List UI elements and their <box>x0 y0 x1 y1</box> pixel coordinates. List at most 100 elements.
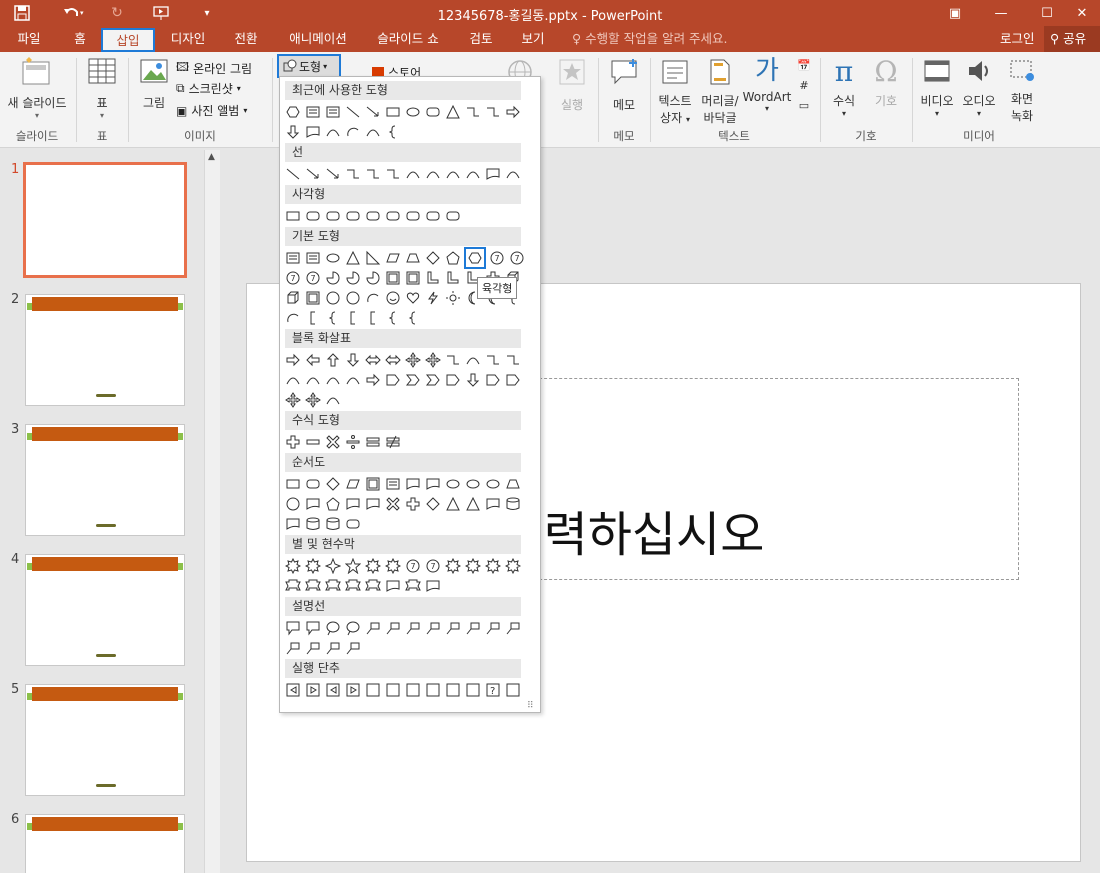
object-icon[interactable]: ▭ <box>794 96 814 116</box>
line-shape-icon[interactable] <box>344 103 362 121</box>
play-shape-icon[interactable] <box>304 681 322 699</box>
cross4-shape-icon[interactable] <box>304 391 322 409</box>
star5-shape-icon[interactable] <box>344 557 362 575</box>
curve-shape-icon[interactable] <box>364 123 382 141</box>
text-shape-icon[interactable] <box>304 103 322 121</box>
circle-shape-icon[interactable] <box>284 495 302 513</box>
elbow-shape-icon[interactable] <box>384 165 402 183</box>
oval-shape-icon[interactable] <box>324 249 342 267</box>
trap-shape-icon[interactable] <box>404 249 422 267</box>
equation-button[interactable]: π 수식 ▾ <box>824 56 864 119</box>
pie-shape-icon[interactable] <box>344 269 362 287</box>
arrowline-shape-icon[interactable] <box>364 103 382 121</box>
header-footer-button[interactable]: 머리글/ 바닥글 <box>698 58 742 126</box>
scroll-up-icon[interactable]: ▲ <box>208 152 215 162</box>
div-shape-icon[interactable] <box>344 433 362 451</box>
burst-shape-icon[interactable] <box>484 557 502 575</box>
rrect-shape-icon[interactable] <box>424 103 442 121</box>
num-shape-icon[interactable]: 7 <box>304 269 322 287</box>
banner-shape-icon[interactable] <box>364 577 382 595</box>
lcallout-shape-icon[interactable] <box>444 619 462 637</box>
blank-shape-icon[interactable] <box>404 681 422 699</box>
burst-shape-icon[interactable] <box>364 557 382 575</box>
curve-shape-icon[interactable] <box>284 371 302 389</box>
brace-shape-icon[interactable] <box>404 309 422 327</box>
tell-me-box[interactable]: ♀ 수행할 작업을 알려 주세요. <box>572 26 728 52</box>
slide-thumbnail-5[interactable] <box>25 684 185 796</box>
q-shape-icon[interactable]: ? <box>484 681 502 699</box>
lcallout-shape-icon[interactable] <box>384 619 402 637</box>
ad-shape-icon[interactable] <box>344 351 362 369</box>
sun-shape-icon[interactable] <box>444 289 462 307</box>
para-shape-icon[interactable] <box>344 475 362 493</box>
tab-animations[interactable]: 애니메이션 <box>278 26 358 52</box>
oval-shape-icon[interactable] <box>484 475 502 493</box>
elbow-shape-icon[interactable] <box>364 165 382 183</box>
rtri-shape-icon[interactable] <box>364 249 382 267</box>
num-shape-icon[interactable]: 7 <box>424 557 442 575</box>
hexagon-shape-icon[interactable] <box>464 247 486 269</box>
curve-shape-icon[interactable] <box>324 123 342 141</box>
blank-shape-icon[interactable] <box>424 681 442 699</box>
rrect-shape-icon[interactable] <box>304 207 322 225</box>
pent-shape-icon[interactable] <box>444 249 462 267</box>
lcallout-shape-icon[interactable] <box>304 639 322 657</box>
doc-shape-icon[interactable] <box>384 577 402 595</box>
slide-thumbnail-2[interactable] <box>25 294 185 406</box>
home-shape-icon[interactable] <box>384 371 402 389</box>
arc-shape-icon[interactable] <box>344 123 362 141</box>
lcallout-shape-icon[interactable] <box>344 639 362 657</box>
cross4-shape-icon[interactable] <box>284 391 302 409</box>
thumbnail-scrollbar[interactable]: ▲ <box>204 150 220 873</box>
video-button[interactable]: 비디오 ▾ <box>916 58 958 118</box>
rrect-shape-icon[interactable] <box>364 207 382 225</box>
diamond-shape-icon[interactable] <box>324 475 342 493</box>
doc-shape-icon[interactable] <box>344 495 362 513</box>
back-shape-icon[interactable] <box>284 681 302 699</box>
doc-shape-icon[interactable] <box>284 515 302 533</box>
rrect-shape-icon[interactable] <box>344 515 362 533</box>
neq-shape-icon[interactable] <box>384 433 402 451</box>
num-shape-icon[interactable]: 7 <box>488 249 506 267</box>
tri-shape-icon[interactable] <box>344 249 362 267</box>
doc-shape-icon[interactable] <box>424 475 442 493</box>
text-shape-icon[interactable] <box>304 249 322 267</box>
chevron-shape-icon[interactable] <box>404 371 422 389</box>
lcallout-shape-icon[interactable] <box>404 619 422 637</box>
heart-shape-icon[interactable] <box>404 289 422 307</box>
banner-shape-icon[interactable] <box>284 577 302 595</box>
burst-shape-icon[interactable] <box>504 557 522 575</box>
banner-shape-icon[interactable] <box>404 577 422 595</box>
lshape-shape-icon[interactable] <box>424 269 442 287</box>
photo-album-button[interactable]: ▣ 사진 앨범 ▾ <box>176 102 247 119</box>
lcallout-shape-icon[interactable] <box>464 619 482 637</box>
arrowline-shape-icon[interactable] <box>304 165 322 183</box>
trap-shape-icon[interactable] <box>504 475 522 493</box>
tab-transitions[interactable]: 전환 <box>222 26 270 52</box>
picture-button[interactable]: 그림 <box>134 56 174 111</box>
rrect-shape-icon[interactable] <box>344 207 362 225</box>
lcallout-shape-icon[interactable] <box>324 639 342 657</box>
diamond-shape-icon[interactable] <box>424 249 442 267</box>
rrect-shape-icon[interactable] <box>324 207 342 225</box>
au-shape-icon[interactable] <box>324 351 342 369</box>
rrect-shape-icon[interactable] <box>404 207 422 225</box>
tab-home[interactable]: 홈 <box>62 26 98 52</box>
chevron-shape-icon[interactable] <box>424 371 442 389</box>
diamond-shape-icon[interactable] <box>424 495 442 513</box>
pent-shape-icon[interactable] <box>324 495 342 513</box>
bracket-shape-icon[interactable] <box>344 309 362 327</box>
doc-shape-icon[interactable] <box>484 495 502 513</box>
text-shape-icon[interactable] <box>284 249 302 267</box>
cyl-shape-icon[interactable] <box>304 515 322 533</box>
doc-shape-icon[interactable] <box>304 123 322 141</box>
home-shape-icon[interactable] <box>444 371 462 389</box>
rect-shape-icon[interactable] <box>384 103 402 121</box>
cross4-shape-icon[interactable] <box>404 351 422 369</box>
frame-shape-icon[interactable] <box>304 289 322 307</box>
callout-shape-icon[interactable] <box>304 619 322 637</box>
back-shape-icon[interactable] <box>324 681 342 699</box>
tab-insert[interactable]: 삽입 <box>101 28 155 52</box>
circle-shape-icon[interactable] <box>324 289 342 307</box>
ar-shape-icon[interactable] <box>284 351 302 369</box>
